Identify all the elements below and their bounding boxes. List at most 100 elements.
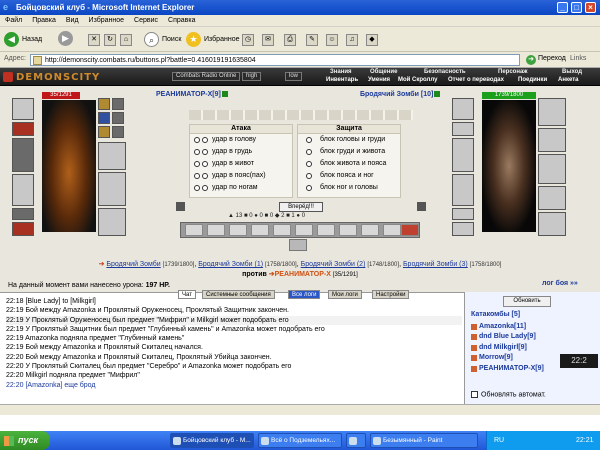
- favorites-button[interactable]: ★ Избранное: [186, 31, 239, 48]
- nav-transfers[interactable]: Отчет о переводах: [448, 77, 504, 83]
- taskbar-item[interactable]: Всё о Подземельях...: [258, 433, 342, 448]
- tab-system[interactable]: Системные сообщения: [202, 290, 275, 299]
- skill-icon[interactable]: [401, 224, 419, 236]
- menu-file[interactable]: Файл: [0, 15, 27, 27]
- forward-button[interactable]: ▶: [58, 31, 73, 48]
- skill-icon[interactable]: [289, 239, 307, 251]
- menu-favorites[interactable]: Избранное: [84, 15, 129, 27]
- edit-icon[interactable]: ✎: [306, 34, 318, 46]
- skill-icon[interactable]: [295, 224, 313, 236]
- enemy-link[interactable]: Бродячий Зомби (2): [301, 261, 366, 268]
- nav-security[interactable]: Безопасность: [424, 69, 466, 75]
- tab-all-logs[interactable]: Все логи: [288, 290, 321, 299]
- skill-icon[interactable]: [185, 224, 203, 236]
- nav-social[interactable]: Общение: [370, 69, 397, 75]
- nav-scroll[interactable]: Мой Скроллу: [398, 77, 437, 83]
- auto-refresh-checkbox[interactable]: Обновлять автомат.: [471, 391, 546, 398]
- menu-edit[interactable]: Правка: [27, 15, 61, 27]
- boots-slot[interactable]: [12, 222, 34, 236]
- research-icon[interactable]: ◆: [366, 34, 378, 46]
- armor-slot[interactable]: [452, 174, 474, 206]
- attack-option[interactable]: удар в грудь: [190, 146, 292, 158]
- boots-slot[interactable]: [538, 212, 566, 236]
- nav-battles[interactable]: Поединки: [518, 77, 547, 83]
- skill-icon[interactable]: [229, 224, 247, 236]
- enemy-name[interactable]: Бродячий Зомби [10]: [360, 91, 441, 98]
- player-link[interactable]: ➔РЕАНИМАТОР-Х: [269, 271, 331, 278]
- start-button[interactable]: пуск: [0, 431, 50, 450]
- belt-slot[interactable]: [12, 208, 34, 220]
- armor-slot[interactable]: [538, 98, 566, 126]
- menu-help[interactable]: Справка: [163, 15, 200, 27]
- tab-settings[interactable]: Настройки: [372, 290, 410, 299]
- amulet-slot[interactable]: [12, 122, 34, 136]
- refresh-button[interactable]: Обновить: [503, 296, 551, 307]
- legs-slot[interactable]: [98, 208, 126, 236]
- refresh-icon[interactable]: ↻: [104, 34, 116, 46]
- nav-inventory[interactable]: Инвентарь: [326, 77, 358, 83]
- rune-slot[interactable]: [98, 98, 110, 110]
- minimize-button[interactable]: _: [557, 2, 568, 13]
- attack-option[interactable]: удар в живот: [190, 158, 292, 170]
- defense-option[interactable]: блок ног и головы: [298, 182, 400, 194]
- skill-icon[interactable]: [417, 202, 426, 211]
- armor-slot[interactable]: [12, 174, 34, 206]
- messenger-icon[interactable]: ☺: [326, 34, 338, 46]
- nav-skills[interactable]: Умения: [368, 77, 390, 83]
- nav-profile[interactable]: Анкета: [558, 77, 579, 83]
- weapon-slot[interactable]: [12, 138, 34, 172]
- player-name[interactable]: РЕАНИМАТОР-Х[9]: [156, 91, 228, 98]
- print-icon[interactable]: ⎙: [284, 34, 296, 46]
- skill-icon[interactable]: [207, 224, 225, 236]
- gloves-slot[interactable]: [98, 142, 126, 170]
- defense-option[interactable]: блок пояса и ног: [298, 170, 400, 182]
- defense-option[interactable]: блок живота и пояса: [298, 158, 400, 170]
- mail-icon[interactable]: ✉: [262, 34, 274, 46]
- back-button[interactable]: ◀ Назад: [4, 31, 42, 48]
- taskbar-item[interactable]: Безымянный - Paint: [370, 433, 478, 448]
- language-indicator[interactable]: RU: [494, 431, 504, 450]
- nav-character[interactable]: Персонаж: [498, 69, 528, 75]
- skill-icon[interactable]: [383, 224, 401, 236]
- taskbar-item[interactable]: Бойцовский клуб - M...: [170, 433, 254, 448]
- enemy-link[interactable]: Бродячий Зомби: [106, 261, 160, 268]
- media-icon[interactable]: ♫: [346, 34, 358, 46]
- boots-slot[interactable]: [452, 222, 474, 236]
- attack-option[interactable]: удар в голову: [190, 134, 292, 146]
- attack-option[interactable]: удар в пояс(пах): [190, 170, 292, 182]
- go-button[interactable]: ➜ Переход: [526, 55, 566, 65]
- skill-icon[interactable]: [251, 224, 269, 236]
- rune-slot[interactable]: [112, 112, 124, 124]
- skill-icon[interactable]: [339, 224, 357, 236]
- helmet-slot[interactable]: [12, 98, 34, 120]
- tab-my-logs[interactable]: Мои логи: [328, 290, 362, 299]
- battle-log-link[interactable]: лог боя »»: [542, 280, 578, 287]
- shield-slot[interactable]: [538, 154, 566, 184]
- attack-go-button[interactable]: Вперёд!!!: [279, 202, 323, 212]
- rune-slot[interactable]: [112, 98, 124, 110]
- legs-slot[interactable]: [538, 186, 566, 210]
- low-quality-button[interactable]: low: [285, 72, 303, 81]
- shield-slot[interactable]: [98, 172, 126, 206]
- home-icon[interactable]: ⌂: [120, 34, 132, 46]
- rune-slot[interactable]: [112, 126, 124, 138]
- menu-tools[interactable]: Сервис: [129, 15, 163, 27]
- address-input[interactable]: http://demonscity.combats.ru/buttons.pl?…: [30, 54, 520, 66]
- gloves-slot[interactable]: [538, 128, 566, 152]
- nav-exit[interactable]: Выход: [562, 69, 582, 75]
- enemy-link[interactable]: Бродячий Зомби (1): [198, 261, 263, 268]
- weapon-slot[interactable]: [452, 138, 474, 172]
- skill-icon[interactable]: [317, 224, 335, 236]
- nav-knowledge[interactable]: Знания: [330, 69, 352, 75]
- rune-slot[interactable]: [98, 112, 110, 124]
- search-button[interactable]: ⌕ Поиск: [144, 31, 181, 48]
- enemy-link[interactable]: Бродячий Зомби (3): [403, 261, 468, 268]
- history-icon[interactable]: ◷: [242, 34, 254, 46]
- high-quality-button[interactable]: high: [242, 72, 262, 81]
- stop-icon[interactable]: ✕: [88, 34, 100, 46]
- amulet-slot[interactable]: [452, 122, 474, 136]
- user-item[interactable]: Amazonka[11]: [471, 322, 595, 332]
- radio-button[interactable]: Combats Radio Online: [172, 72, 241, 81]
- links-button[interactable]: Links: [570, 55, 586, 62]
- belt-slot[interactable]: [452, 208, 474, 220]
